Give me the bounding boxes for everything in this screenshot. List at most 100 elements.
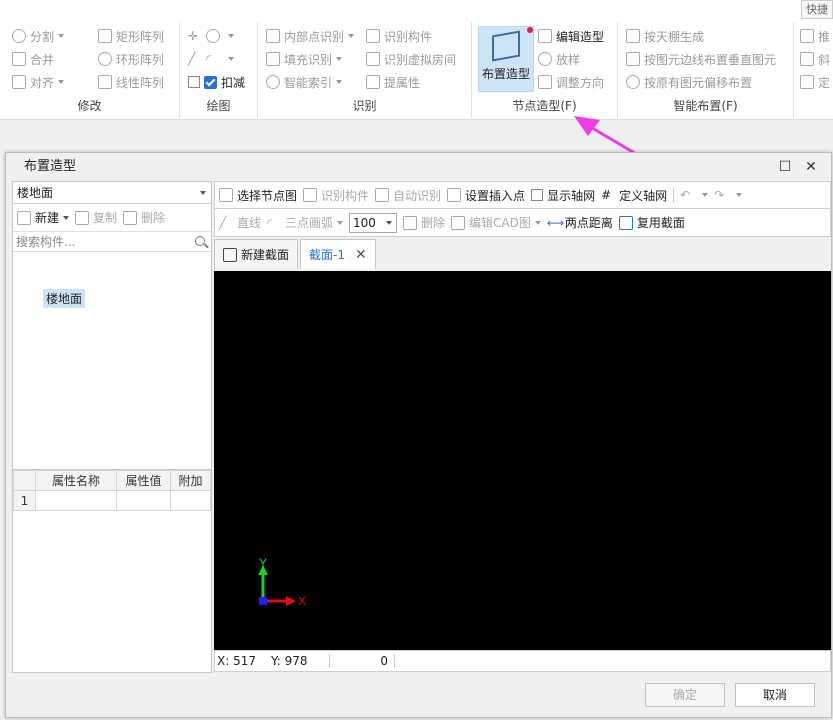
define-icon xyxy=(800,75,814,89)
align-button[interactable]: 对齐 xyxy=(12,72,65,92)
auto-identify-icon xyxy=(375,188,390,202)
two-point-distance-button[interactable]: ⟷ 两点距离 xyxy=(547,214,613,231)
smart-index-button[interactable]: 智能索引 xyxy=(266,72,343,92)
distance-icon: ⟷ xyxy=(546,215,565,230)
checked-box-icon xyxy=(204,75,217,89)
select-node-drawing-button[interactable]: 选择节点图 xyxy=(219,187,297,204)
tab-section-1[interactable]: 截面-1 ✕ xyxy=(300,239,376,269)
three-point-arc-button[interactable]: ◜ 三点画弧 xyxy=(267,214,344,231)
status-y: Y: 978 xyxy=(271,654,308,668)
new-component-button[interactable]: 新建 xyxy=(17,209,70,226)
rect-array-icon xyxy=(98,29,112,43)
place-shape-button[interactable]: 布置造型 xyxy=(478,26,534,92)
redo-icon: ↷ xyxy=(714,188,725,202)
cancel-button[interactable]: 取消 xyxy=(735,683,815,707)
by-edge-vertical-button[interactable]: 按图元边线布置垂直图元 xyxy=(626,49,776,69)
edit-cad-button[interactable]: 编辑CAD图 xyxy=(451,214,541,231)
component-icon xyxy=(366,29,380,43)
copy-component-button[interactable]: 复制 xyxy=(75,209,117,226)
push-button-cut[interactable]: 推 xyxy=(800,26,830,46)
rect-array-button[interactable]: 矩形阵列 xyxy=(98,26,164,46)
identify-component-tool[interactable]: 识别构件 xyxy=(303,187,369,204)
table-row[interactable]: 1 xyxy=(13,490,211,511)
x-axis-label: X xyxy=(298,594,306,608)
slope-button-cut[interactable]: 斜 xyxy=(800,49,830,69)
tree-item-floor[interactable]: 楼地面 xyxy=(43,289,86,308)
by-ceiling-button[interactable]: 按天棚生成 xyxy=(626,26,704,46)
define-button-cut[interactable]: 定 xyxy=(800,72,830,92)
deduct-toggle[interactable]: 扣减 xyxy=(188,72,245,92)
axis-indicator: Y X xyxy=(258,556,306,608)
auto-identify-button[interactable]: 自动识别 xyxy=(375,187,441,204)
drawing-canvas[interactable]: Y X xyxy=(214,271,831,650)
group-title-identify: 识别 xyxy=(352,99,377,113)
prop-value-header: 属性值 xyxy=(116,470,171,491)
delete-component-button[interactable]: 删除 xyxy=(123,209,165,226)
ribbon: 快捷 分割 矩形阵列 合并 环形阵列 对齐 线性阵列 修改 ✛ ╱ ◜ 扣减 绘图… xyxy=(0,0,833,120)
merge-button[interactable]: 合并 xyxy=(12,49,54,69)
undo-icon: ↶ xyxy=(680,188,691,202)
quick-access-label[interactable]: 快捷 xyxy=(801,0,833,19)
line-tool[interactable]: ╱ ◜ xyxy=(188,49,234,69)
trash-icon xyxy=(123,210,138,225)
delete-shape-button[interactable]: 删除 xyxy=(403,214,445,231)
unchecked-box-icon xyxy=(531,189,544,201)
line-icon: ╱ xyxy=(188,52,196,66)
identify-icon xyxy=(303,188,318,202)
loft-icon xyxy=(538,52,552,66)
scale-select[interactable]: 100 xyxy=(349,212,398,233)
direction-icon xyxy=(538,75,552,89)
line-tool-button[interactable]: ╱ 直线 xyxy=(219,214,261,231)
unchecked-box-icon xyxy=(188,76,200,88)
point-tool[interactable]: ✛ xyxy=(188,26,234,46)
ring-array-button[interactable]: 环形阵列 xyxy=(98,49,164,69)
extract-property-button[interactable]: 提属性 xyxy=(366,72,420,92)
close-tab-icon[interactable]: ✕ xyxy=(355,247,367,263)
insert-point-icon xyxy=(447,188,462,202)
place-shape-label: 布置造型 xyxy=(481,67,530,81)
status-value: 0 xyxy=(329,654,395,668)
grid-hash-icon: # xyxy=(601,188,612,202)
ok-button[interactable]: 确定 xyxy=(645,683,725,707)
maximize-icon[interactable]: ☐ xyxy=(775,157,795,177)
section-tabs: 新建截面 截面-1 ✕ xyxy=(214,237,831,269)
component-type-select[interactable]: 楼地面 xyxy=(13,182,211,204)
redo-button[interactable]: ↷ xyxy=(714,188,743,202)
component-pane: 楼地面 新建 复制 删除 搜索构件... 楼地面 属性名称 属性值 附加 1 xyxy=(12,181,212,673)
undo-button[interactable]: ↶ xyxy=(680,188,709,202)
prop-extra-cell[interactable] xyxy=(170,490,211,511)
close-icon[interactable]: ✕ xyxy=(801,157,821,177)
component-search-input[interactable]: 搜索构件... xyxy=(13,232,211,252)
by-offset-button[interactable]: 按原有图元偏移布置 xyxy=(626,72,752,92)
edit-shape-button[interactable]: 编辑造型 xyxy=(538,26,604,46)
dialog-title: 布置造型 ☐ ✕ xyxy=(6,153,831,181)
grid-icon xyxy=(266,29,280,43)
prop-extra-header: 附加 xyxy=(170,470,211,491)
edit-cad-icon xyxy=(451,215,466,230)
reuse-section-button[interactable]: 复用截面 xyxy=(618,214,685,231)
place-shape-dialog: 布置造型 ☐ ✕ 楼地面 新建 复制 删除 搜索构件... 楼地面 属性名称 属… xyxy=(5,152,832,718)
merge-icon xyxy=(12,52,26,66)
prop-name-cell[interactable] xyxy=(35,490,117,511)
fill-identify-button[interactable]: 填充识别 xyxy=(266,49,343,69)
define-grid-button[interactable]: # 定义轴网 xyxy=(601,187,667,204)
group-draw: ✛ ╱ ◜ 扣减 绘图 xyxy=(180,22,258,118)
tab-new-section[interactable]: 新建截面 xyxy=(214,239,299,269)
linear-array-button[interactable]: 线性阵列 xyxy=(98,72,164,92)
show-grid-checkbox[interactable]: 显示轴网 xyxy=(531,187,595,204)
virtual-room-icon xyxy=(366,52,380,66)
loft-button[interactable]: 放样 xyxy=(538,49,580,69)
dialog-footer: 确定 取消 xyxy=(645,683,815,707)
align-icon xyxy=(12,75,26,89)
prop-value-cell[interactable] xyxy=(116,490,171,511)
properties-table: 属性名称 属性值 附加 1 xyxy=(13,469,211,511)
internal-point-identify-button[interactable]: 内部点识别 xyxy=(266,26,355,46)
adjust-direction-button[interactable]: 调整方向 xyxy=(538,72,604,92)
set-insert-point-button[interactable]: 设置插入点 xyxy=(447,187,525,204)
identify-virtual-room-button[interactable]: 识别虚拟房间 xyxy=(366,49,456,69)
identify-component-button[interactable]: 识别构件 xyxy=(366,26,432,46)
row-number: 1 xyxy=(13,490,36,511)
split-button[interactable]: 分割 xyxy=(12,26,65,46)
arc-icon: ◜ xyxy=(206,52,211,66)
edit-shape-icon xyxy=(538,29,552,43)
